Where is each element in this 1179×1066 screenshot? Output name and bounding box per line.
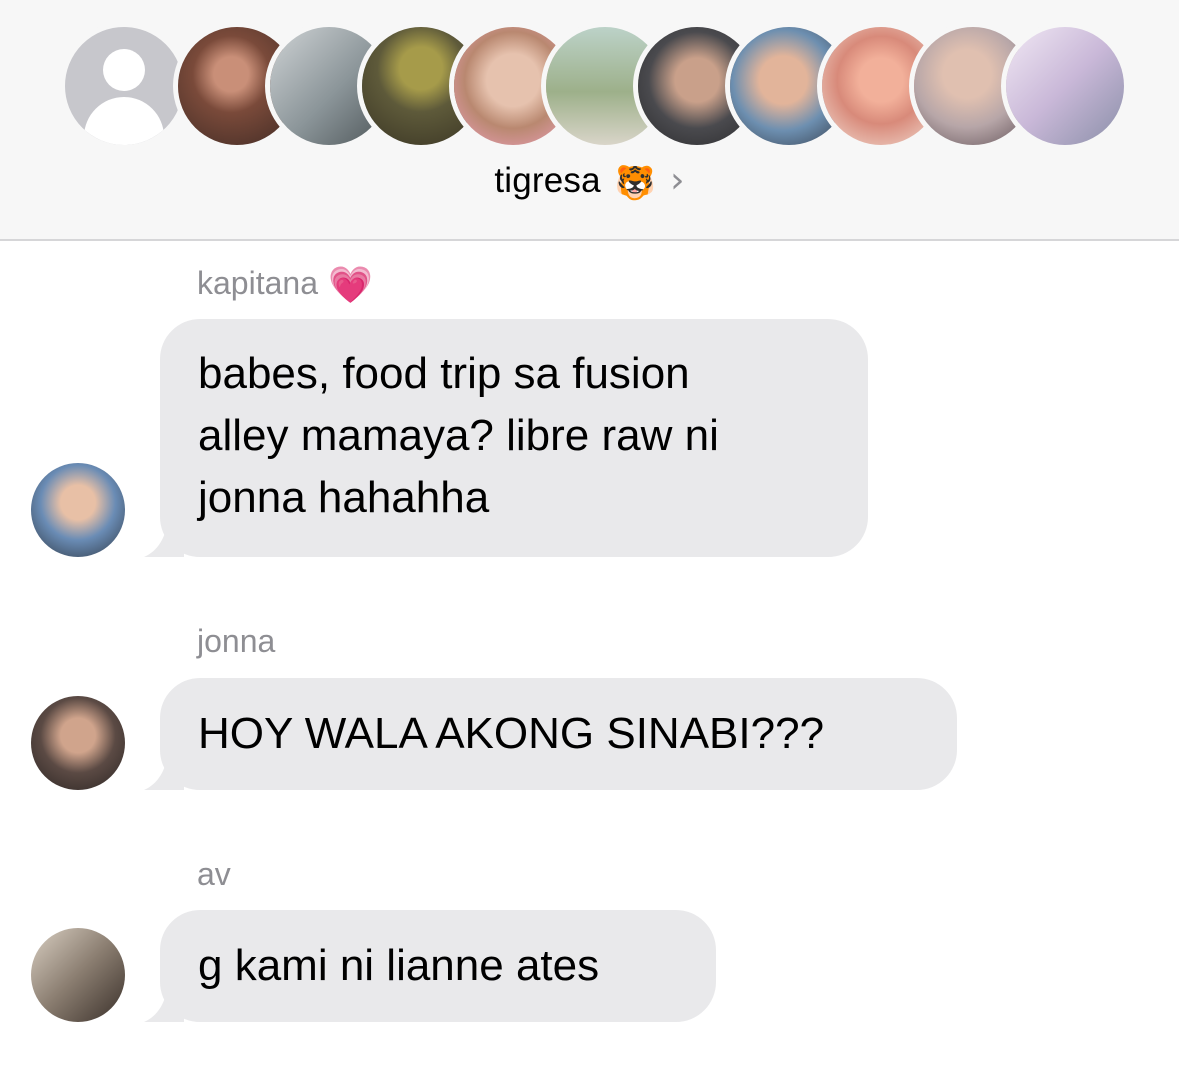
message-line: g kami ni lianne ates (198, 941, 600, 990)
message-line: babes, food trip sa fusion (198, 349, 690, 398)
sender-avatar[interactable] (31, 463, 125, 557)
message-line: jonna hahahha (198, 473, 490, 522)
tiger-icon: 🐯 (614, 164, 657, 201)
sender-name: kapitana 💗 (197, 264, 373, 306)
sender-avatar[interactable] (31, 696, 125, 790)
person-icon-body (84, 97, 164, 145)
sender-name: jonna (197, 623, 275, 660)
participant-avatar[interactable] (1001, 22, 1129, 150)
sender-name-label: jonna (197, 623, 276, 659)
message-bubble[interactable]: babes, food trip sa fusion alley mamaya?… (144, 319, 868, 557)
heart-icon: 💗 (327, 264, 373, 305)
group-name-button[interactable]: tigresa 🐯 › (0, 160, 1179, 203)
sender-name-label: kapitana (197, 265, 318, 301)
bubble-tail (144, 752, 184, 790)
message-bubble[interactable]: g kami ni lianne ates (144, 910, 716, 1022)
sender-avatar[interactable] (31, 928, 125, 1022)
participant-avatar-placeholder[interactable] (60, 22, 188, 150)
sender-name-label: av (197, 856, 231, 892)
bubble-tail (144, 519, 184, 557)
person-icon-head (103, 49, 145, 91)
message-bubble[interactable]: HOY WALA AKONG SINABI??? (144, 678, 957, 790)
conversation-header: tigresa 🐯 › (0, 0, 1179, 241)
bubble-tail (144, 984, 184, 1022)
sender-name: av (197, 856, 231, 893)
chevron-right-icon: › (670, 160, 685, 201)
message-line: HOY WALA AKONG SINABI??? (198, 709, 825, 758)
message-line: alley mamaya? libre raw ni (198, 411, 719, 460)
group-name-label: tigresa (494, 161, 601, 200)
